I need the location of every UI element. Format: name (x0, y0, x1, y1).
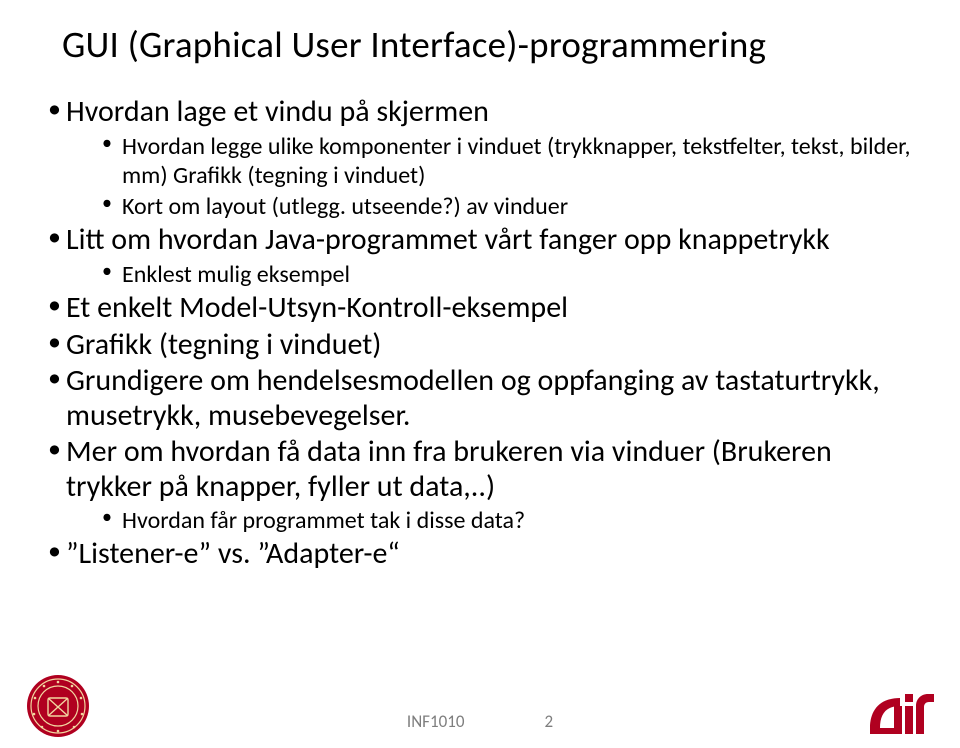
bullet-dot-icon: • (48, 328, 66, 355)
slide-title: GUI (Graphical User Interface)-programme… (62, 22, 912, 67)
bullet-dot-icon: • (48, 223, 66, 250)
bullet-dot-icon: • (48, 95, 66, 122)
bullet-level1: • Grafikk (tegning i vinduet) (48, 328, 912, 363)
bullet-list: • Hvordan lage et vindu på skjermen • Hv… (48, 95, 912, 572)
bullet-text: Hvordan lage et vindu på skjermen (66, 95, 489, 130)
bullet-level1: • Et enkelt Model-Utsyn-Kontroll-eksempe… (48, 291, 912, 326)
bullet-text: Hvordan legge ulike komponenter i vindue… (122, 132, 912, 191)
bullet-text: Hvordan får programmet tak i disse data? (122, 506, 525, 535)
list-item: • Grundigere om hendelsesmodellen og opp… (48, 364, 912, 433)
bullet-level1: • Mer om hvordan få data inn fra brukere… (48, 435, 912, 504)
slide-footer: INF1010 2 (0, 711, 960, 732)
bullet-dot-icon: • (48, 435, 66, 462)
course-code: INF1010 (407, 711, 465, 732)
bullet-dot-icon: • (102, 506, 122, 529)
bullet-dot-icon: • (48, 364, 66, 391)
bullet-level2: • Hvordan får programmet tak i disse dat… (102, 506, 912, 535)
bullet-level1: • Grundigere om hendelsesmodellen og opp… (48, 364, 912, 433)
bullet-dot-icon: • (102, 192, 122, 215)
list-item: • Hvordan lage et vindu på skjermen • Hv… (48, 95, 912, 221)
bullet-dot-icon: • (102, 260, 122, 283)
bullet-level1: • Litt om hvordan Java-programmet vårt f… (48, 223, 912, 258)
bullet-text: Enklest mulig eksempel (122, 260, 350, 289)
bullet-level2: • Hvordan legge ulike komponenter i vind… (102, 132, 912, 191)
bullet-text: Mer om hvordan få data inn fra brukeren … (66, 435, 912, 504)
list-item: • Litt om hvordan Java-programmet vårt f… (48, 223, 912, 289)
list-item: • ”Listener-e” vs. ”Adapter-e“ (48, 537, 912, 572)
list-item: • Et enkelt Model-Utsyn-Kontroll-eksempe… (48, 291, 912, 326)
page-number: 2 (544, 711, 553, 732)
bullet-level1: • ”Listener-e” vs. ”Adapter-e“ (48, 537, 912, 572)
bullet-text: Grundigere om hendelsesmodellen og oppfa… (66, 364, 912, 433)
bullet-text: Grafikk (tegning i vinduet) (66, 328, 381, 363)
bullet-text: Litt om hvordan Java-programmet vårt fan… (66, 223, 830, 258)
bullet-text: ”Listener-e” vs. ”Adapter-e“ (66, 537, 400, 572)
bullet-level2: • Enklest mulig eksempel (102, 260, 912, 289)
bullet-dot-icon: • (48, 537, 66, 564)
list-item: • Mer om hvordan få data inn fra brukere… (48, 435, 912, 535)
bullet-level2: • Kort om layout (utlegg. utseende?) av … (102, 192, 912, 221)
bullet-dot-icon: • (48, 291, 66, 318)
bullet-text: Et enkelt Model-Utsyn-Kontroll-eksempel (66, 291, 568, 326)
bullet-dot-icon: • (102, 132, 122, 155)
bullet-level1: • Hvordan lage et vindu på skjermen (48, 95, 912, 130)
slide: GUI (Graphical User Interface)-programme… (0, 0, 960, 748)
list-item: • Grafikk (tegning i vinduet) (48, 328, 912, 363)
bullet-text: Kort om layout (utlegg. utseende?) av vi… (122, 192, 568, 221)
